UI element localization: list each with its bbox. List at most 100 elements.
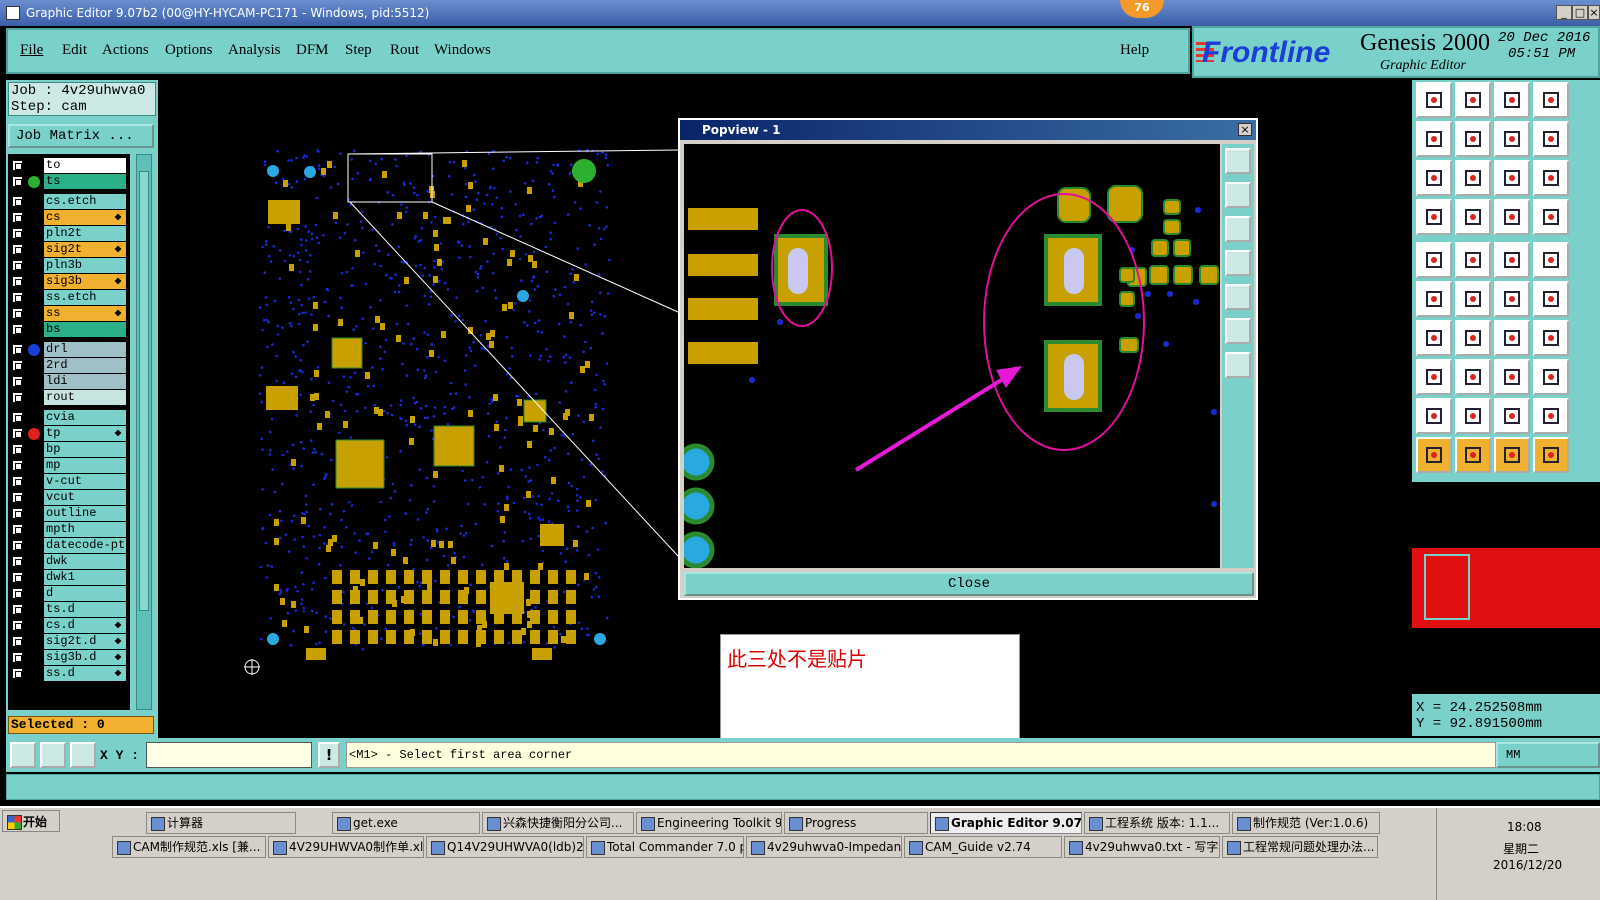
layer-checkbox[interactable]: [12, 360, 23, 371]
menu-actions[interactable]: Actions: [102, 42, 149, 59]
menu-dfm[interactable]: DFM: [296, 42, 329, 59]
layer-name[interactable]: ss: [44, 306, 126, 321]
taskbar-button[interactable]: 兴森快捷衡阳分公司...: [482, 812, 634, 834]
home-icon[interactable]: [1494, 82, 1530, 118]
overview-viewport[interactable]: [1424, 554, 1470, 620]
menu-edit[interactable]: Edit: [62, 42, 87, 59]
layer-row[interactable]: tp: [10, 426, 128, 441]
layer-name[interactable]: rout: [44, 390, 126, 405]
add-surface-icon[interactable]: [1494, 242, 1530, 278]
layer-checkbox[interactable]: [12, 176, 23, 187]
double-line-icon[interactable]: [1533, 320, 1569, 356]
pan-right-icon[interactable]: [1455, 121, 1491, 157]
layer-row[interactable]: d: [10, 586, 128, 601]
taskbar-button[interactable]: 4V29UHWVA0制作单.xls...: [268, 836, 424, 858]
layer-checkbox[interactable]: [12, 324, 23, 335]
xy-input[interactable]: [146, 742, 312, 768]
menu-options[interactable]: Options: [165, 42, 213, 59]
pad-icon[interactable]: [1533, 242, 1569, 278]
undo-icon[interactable]: [1494, 320, 1530, 356]
drag-icon[interactable]: [1494, 281, 1530, 317]
layer-row[interactable]: bp: [10, 442, 128, 457]
taskbar-button[interactable]: Total Commander 7.0 pu...: [586, 836, 744, 858]
layer-name[interactable]: ss.etch: [44, 290, 126, 305]
triangle-icon[interactable]: [1416, 398, 1452, 434]
resize-icon[interactable]: [1494, 359, 1530, 395]
layer-checkbox[interactable]: [12, 428, 23, 439]
taskbar-button[interactable]: Engineering Toolkit 9.0...: [636, 812, 782, 834]
minus-icon[interactable]: [1455, 359, 1491, 395]
layer-row[interactable]: ts: [10, 174, 128, 189]
maximize-button[interactable]: □: [1572, 5, 1588, 20]
taskbar-button[interactable]: 制作规范 (Ver:1.0.6): [1232, 812, 1380, 834]
menu-rout[interactable]: Rout: [390, 42, 419, 59]
layer-row[interactable]: ldi: [10, 374, 128, 389]
taskbar-button[interactable]: Graphic Editor 9.07b...: [930, 812, 1082, 834]
taskbar-button[interactable]: 工程系统 版本: 1.1...: [1084, 812, 1230, 834]
layer-row[interactable]: mp: [10, 458, 128, 473]
layer-checkbox[interactable]: [12, 492, 23, 503]
layer-row[interactable]: sig3b.d: [10, 650, 128, 665]
layer-name[interactable]: ss.d: [44, 666, 126, 681]
scroll-thumb[interactable]: [139, 171, 149, 611]
popview-close-button[interactable]: Close: [684, 572, 1254, 596]
layer-row[interactable]: ss.d: [10, 666, 128, 681]
taskbar-button[interactable]: 计算器: [146, 812, 296, 834]
layer-scrollbar[interactable]: [136, 154, 152, 710]
taskbar-button[interactable]: 4v29uhwva0-Impedance...: [746, 836, 902, 858]
zoomed-pcb-view[interactable]: [684, 144, 1220, 568]
layer-checkbox[interactable]: [12, 572, 23, 583]
layer-row[interactable]: sig3b: [10, 274, 128, 289]
layer-checkbox[interactable]: [12, 292, 23, 303]
window-icon[interactable]: [1533, 82, 1569, 118]
layer-checkbox[interactable]: [12, 160, 23, 171]
layer-checkbox[interactable]: [12, 524, 23, 535]
connect-icon[interactable]: [1533, 199, 1569, 235]
grid-icon[interactable]: [70, 742, 96, 768]
taskbar-button[interactable]: CAM制作规范.xls [兼...: [112, 836, 266, 858]
layer-checkbox[interactable]: [12, 540, 23, 551]
menu-help[interactable]: Help: [1120, 42, 1149, 59]
menu-file[interactable]: File: [20, 42, 43, 59]
text-icon[interactable]: [1494, 398, 1530, 434]
center-icon[interactable]: [1455, 160, 1491, 196]
tray-time[interactable]: 18:08: [1507, 820, 1542, 834]
layer-row[interactable]: rout: [10, 390, 128, 405]
layer-row[interactable]: mpth: [10, 522, 128, 537]
taskbar-button[interactable]: CAM_Guide v2.74: [904, 836, 1062, 858]
layer-checkbox[interactable]: [12, 636, 23, 647]
layer-checkbox[interactable]: [12, 444, 23, 455]
layer-checkbox[interactable]: [12, 652, 23, 663]
layer-row[interactable]: cs.d: [10, 618, 128, 633]
menu-windows[interactable]: Windows: [434, 42, 491, 59]
arc-icon[interactable]: [1455, 398, 1491, 434]
layer-row[interactable]: vcut: [10, 490, 128, 505]
layer-name[interactable]: datecode-pt: [44, 538, 126, 553]
list-icon[interactable]: [1533, 121, 1569, 157]
layer-name[interactable]: sig2t: [44, 242, 126, 257]
group-icon[interactable]: [1533, 359, 1569, 395]
layer-name[interactable]: ts: [44, 174, 126, 189]
help-icon[interactable]: [1533, 160, 1569, 196]
layer-name[interactable]: bs: [44, 322, 126, 337]
layer-checkbox[interactable]: [12, 308, 23, 319]
layer-checkbox[interactable]: [12, 376, 23, 387]
close-window-button[interactable]: ×: [1588, 5, 1600, 20]
layer-row[interactable]: bs: [10, 322, 128, 337]
layer-name[interactable]: sig3b: [44, 274, 126, 289]
layer-checkbox[interactable]: [12, 668, 23, 679]
layer-checkbox[interactable]: [12, 392, 23, 403]
zoom-window-icon[interactable]: [10, 742, 36, 768]
start-button[interactable]: 开始: [2, 810, 60, 832]
layer-row[interactable]: ss.etch: [10, 290, 128, 305]
move-icon[interactable]: [1416, 160, 1452, 196]
layer-checkbox[interactable]: [12, 604, 23, 615]
layer-row[interactable]: pln3b: [10, 258, 128, 273]
layer-checkbox[interactable]: [12, 228, 23, 239]
measure-icon[interactable]: [40, 742, 66, 768]
layer-checkbox[interactable]: [12, 212, 23, 223]
layer-checkbox[interactable]: [12, 460, 23, 471]
layer-row[interactable]: cvia: [10, 410, 128, 425]
delete-icon[interactable]: [1455, 281, 1491, 317]
units-select[interactable]: MM: [1496, 742, 1600, 768]
